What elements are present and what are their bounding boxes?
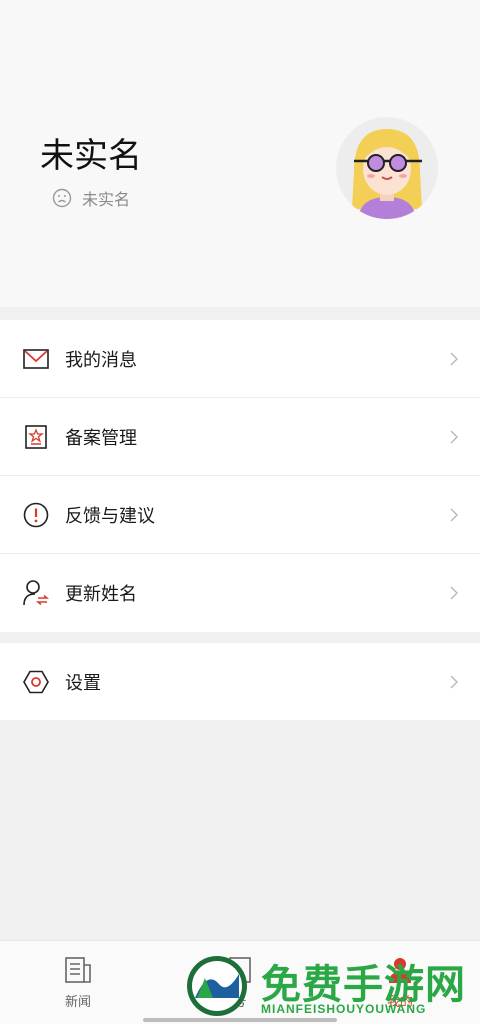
menu-item-messages[interactable]: 我的消息 <box>0 320 480 398</box>
chevron-right-icon <box>450 430 458 444</box>
menu-item-filing[interactable]: 备案管理 <box>0 398 480 476</box>
user-icon <box>389 958 411 983</box>
sad-face-icon <box>52 188 72 208</box>
verification-status-text: 未实名 <box>82 190 131 209</box>
tab-label: 我的 <box>386 995 413 1010</box>
avatar-illustration <box>352 129 422 219</box>
tab-label: 新闻 <box>64 995 91 1010</box>
id-icon <box>229 957 251 983</box>
menu-item-label: 设置 <box>65 673 101 694</box>
tab-label: 号 <box>233 995 247 1010</box>
profile-header: 未实名 未实名 <box>0 0 480 307</box>
tab-news[interactable]: 新闻 <box>38 955 118 1010</box>
mail-icon <box>23 346 49 372</box>
tab-id[interactable]: 号 <box>200 955 280 1010</box>
chevron-right-icon <box>450 586 458 600</box>
menu-item-label: 更新姓名 <box>65 584 137 605</box>
menu-item-settings[interactable]: 设置 <box>0 643 480 721</box>
chevron-right-icon <box>450 675 458 689</box>
empty-area <box>0 720 480 940</box>
menu-group-settings: 设置 <box>0 643 480 721</box>
bottom-tab-bar: 新闻 号 我的 <box>0 940 480 1024</box>
tab-mine[interactable]: 我的 <box>360 955 440 1010</box>
chevron-right-icon <box>450 352 458 366</box>
menu-item-label: 反馈与建议 <box>65 506 155 527</box>
menu-item-label: 我的消息 <box>65 350 137 371</box>
hexagon-settings-icon <box>23 669 49 695</box>
menu-group-main: 我的消息 备案管理 反馈与建议 更新姓名 <box>0 320 480 632</box>
alert-circle-icon <box>23 502 49 528</box>
menu-item-rename[interactable]: 更新姓名 <box>0 554 480 632</box>
avatar[interactable] <box>336 117 438 219</box>
certificate-icon <box>23 424 49 450</box>
menu-item-label: 备案管理 <box>65 428 137 449</box>
verification-status: 未实名 <box>52 186 130 210</box>
user-name: 未实名 <box>40 136 142 176</box>
menu-item-feedback[interactable]: 反馈与建议 <box>0 476 480 554</box>
chevron-right-icon <box>450 508 458 522</box>
home-indicator[interactable] <box>143 1018 337 1022</box>
user-swap-icon <box>23 580 49 606</box>
news-icon <box>65 957 91 983</box>
